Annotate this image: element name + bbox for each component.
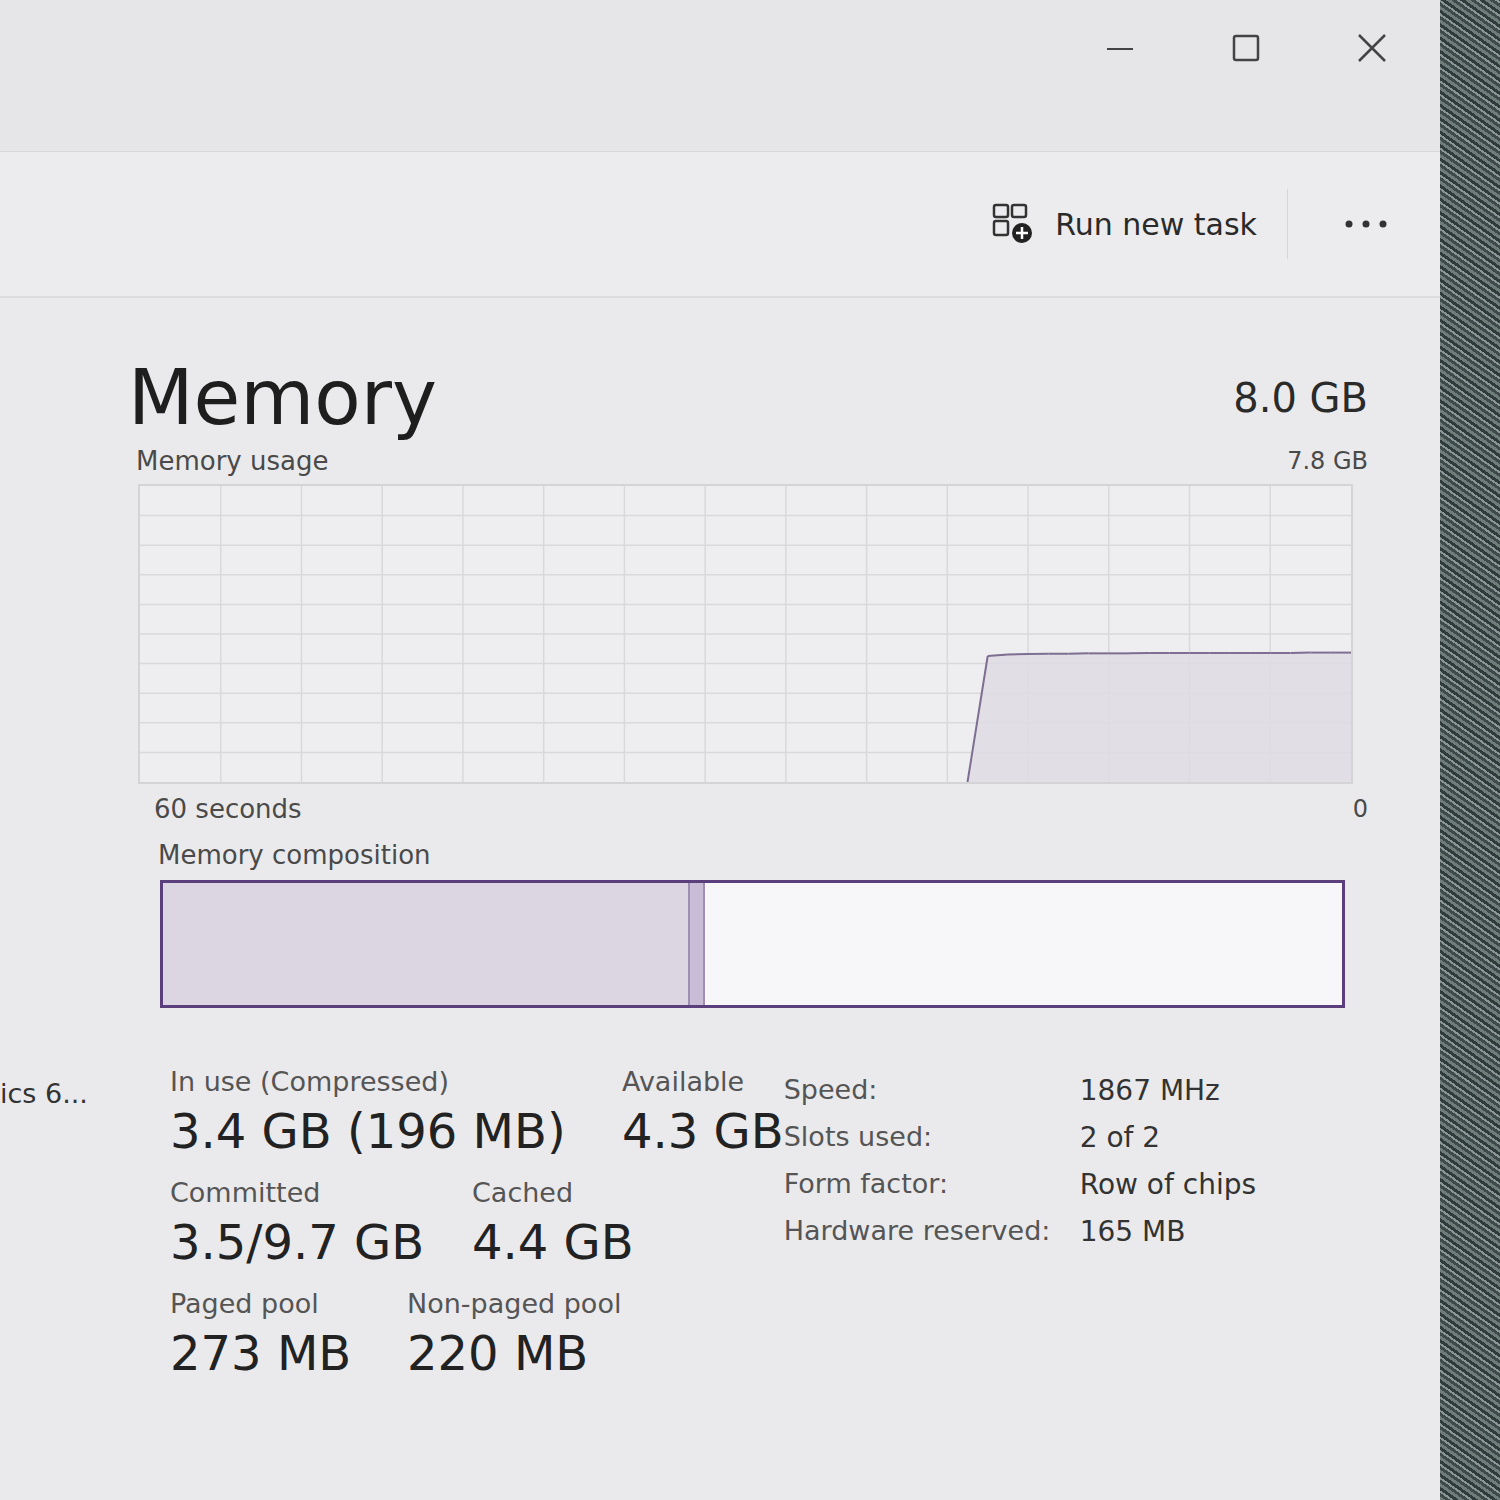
stat-label: Cached bbox=[472, 1177, 634, 1208]
minimize-icon bbox=[1105, 33, 1135, 63]
usage-line-segment bbox=[1109, 652, 1129, 654]
stat-row: In use (Compressed) 3.4 GB (196 MB) Availa… bbox=[170, 1066, 784, 1159]
task-manager-window: Run new task Memory 8.0 GB Memory usage 7.8 … bbox=[0, 0, 1440, 1500]
memory-title: Memory bbox=[128, 352, 437, 443]
stat: In use (Compressed) 3.4 GB (196 MB) bbox=[170, 1066, 590, 1159]
stat-label: Committed bbox=[170, 1177, 440, 1208]
composition-bar bbox=[160, 880, 1345, 1008]
memory-header: Memory 8.0 GB bbox=[128, 350, 1368, 446]
usage-line-segment bbox=[1048, 653, 1068, 655]
more-icon bbox=[1344, 218, 1388, 230]
usage-line-segment bbox=[968, 656, 988, 782]
memory-specs: Speed:1867 MHzSlots used:2 of 2Form fact… bbox=[784, 1066, 1256, 1381]
chart-axis: 60 seconds 0 bbox=[128, 784, 1368, 824]
spec-label: Form factor: bbox=[784, 1168, 1080, 1201]
usage-line-segment bbox=[1210, 652, 1230, 654]
stat: Cached 4.4 GB bbox=[472, 1177, 634, 1270]
page: Run new task Memory 8.0 GB Memory usage 7.8 … bbox=[0, 0, 1500, 1500]
usage-line-segment bbox=[1190, 652, 1210, 654]
grid-line bbox=[140, 515, 1351, 517]
usage-line-segment bbox=[1311, 652, 1331, 654]
stat: Available 4.3 GB bbox=[622, 1066, 784, 1159]
usage-line-segment bbox=[1169, 652, 1189, 654]
stat-label: Paged pool bbox=[170, 1288, 375, 1319]
spec-label: Hardware reserved: bbox=[784, 1215, 1080, 1248]
chart-header: Memory usage 7.8 GB bbox=[128, 446, 1368, 476]
minimize-button[interactable] bbox=[1092, 28, 1148, 68]
memory-details: ics 6... In use (Compressed) 3.4 GB (196 M… bbox=[0, 1008, 1440, 1381]
spec-label: Slots used: bbox=[784, 1121, 1080, 1154]
spec-value: Row of chips bbox=[1080, 1168, 1256, 1201]
usage-area bbox=[968, 653, 1351, 782]
stat-row: Committed 3.5/9.7 GB Cached 4.4 GB bbox=[170, 1177, 784, 1270]
grid-line bbox=[140, 604, 1351, 606]
usage-line-segment bbox=[1089, 652, 1109, 654]
run-new-task-button[interactable]: Run new task bbox=[991, 189, 1288, 259]
standby-segment bbox=[705, 883, 1342, 1005]
stat: Committed 3.5/9.7 GB bbox=[170, 1177, 440, 1270]
stat: Non-paged pool 220 MB bbox=[407, 1288, 621, 1381]
maximize-button[interactable] bbox=[1218, 28, 1274, 68]
usage-line-segment bbox=[1068, 652, 1088, 654]
stat-label: Available bbox=[622, 1066, 784, 1097]
spec-label: Speed: bbox=[784, 1074, 1080, 1107]
stat-value: 220 MB bbox=[407, 1325, 621, 1381]
usage-line-segment bbox=[1149, 652, 1169, 654]
modified-segment bbox=[690, 883, 705, 1005]
grid-line bbox=[140, 633, 1351, 635]
chart-time-label: 60 seconds bbox=[154, 794, 302, 824]
spec-value: 1867 MHz bbox=[1080, 1074, 1256, 1107]
stat: Paged pool 273 MB bbox=[170, 1288, 375, 1381]
command-bar: Run new task bbox=[0, 152, 1440, 298]
composition-title: Memory composition bbox=[158, 840, 431, 870]
usage-line-segment bbox=[1008, 653, 1028, 655]
maximize-icon bbox=[1231, 33, 1261, 63]
stat-value: 4.3 GB bbox=[622, 1103, 784, 1159]
run-new-task-label: Run new task bbox=[1055, 207, 1257, 242]
stat-value: 3.4 GB (196 MB) bbox=[170, 1103, 590, 1159]
memory-overview: Memory 8.0 GB Memory usage 7.8 GB 60 seconds… bbox=[0, 350, 1368, 1008]
in-use-segment bbox=[163, 883, 690, 1005]
memory-panel: Memory 8.0 GB Memory usage 7.8 GB 60 seconds… bbox=[0, 298, 1440, 1500]
usage-line-segment bbox=[1129, 652, 1149, 654]
more-button[interactable] bbox=[1344, 218, 1388, 230]
usage-line-segment bbox=[1250, 652, 1270, 654]
chart-title: Memory usage bbox=[136, 446, 328, 476]
chart-min-label: 0 bbox=[1353, 795, 1368, 823]
grid-line bbox=[140, 544, 1351, 546]
memory-stats: In use (Compressed) 3.4 GB (196 MB) Availa… bbox=[130, 1066, 784, 1381]
usage-line-segment bbox=[1230, 652, 1250, 654]
run-task-icon bbox=[991, 202, 1035, 246]
chart-max-label: 7.8 GB bbox=[1287, 447, 1368, 475]
stat-label: In use (Compressed) bbox=[170, 1066, 590, 1097]
desk-surface bbox=[1440, 0, 1500, 1500]
memory-usage-chart bbox=[138, 484, 1353, 784]
grid-line bbox=[140, 574, 1351, 576]
stat-label: Non-paged pool bbox=[407, 1288, 621, 1319]
spec-value: 165 MB bbox=[1080, 1215, 1256, 1248]
usage-line-segment bbox=[1028, 653, 1048, 655]
stat-value: 3.5/9.7 GB bbox=[170, 1214, 440, 1270]
close-icon bbox=[1356, 32, 1388, 64]
sidebar-item[interactable]: ics 6... bbox=[0, 1066, 130, 1381]
usage-line-segment bbox=[1290, 652, 1310, 654]
composition-header: Memory composition bbox=[128, 824, 1368, 870]
memory-total: 8.0 GB bbox=[1233, 375, 1368, 421]
usage-line-segment bbox=[1331, 652, 1351, 654]
stat-value: 4.4 GB bbox=[472, 1214, 634, 1270]
stat-row: Paged pool 273 MB Non-paged pool 220 MB bbox=[170, 1288, 784, 1381]
usage-line-segment bbox=[988, 654, 1008, 656]
spec-value: 2 of 2 bbox=[1080, 1121, 1256, 1154]
close-button[interactable] bbox=[1344, 28, 1400, 68]
stat-value: 273 MB bbox=[170, 1325, 375, 1381]
usage-line-segment bbox=[1270, 652, 1290, 654]
title-bar bbox=[0, 0, 1440, 152]
